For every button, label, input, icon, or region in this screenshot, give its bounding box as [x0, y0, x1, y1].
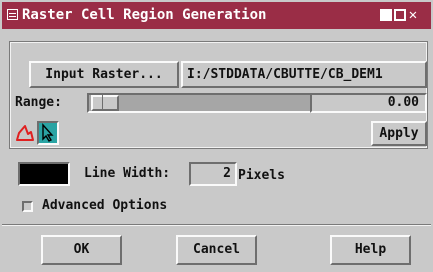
advanced-options-checkbox[interactable] — [22, 201, 33, 212]
raster-path-text: I:/STDDATA/CBUTTE/CB_DEM1 — [187, 67, 383, 82]
range-value-text: 0.00 — [387, 95, 419, 110]
advanced-options-label[interactable]: Advanced Options — [42, 198, 167, 213]
window-title: Raster Cell Region Generation — [22, 7, 267, 23]
ok-button[interactable]: OK — [41, 235, 122, 265]
title-bar[interactable]: Raster Cell Region Generation ✕ — [2, 2, 431, 29]
input-raster-label: Input Raster... — [45, 67, 163, 82]
system-menu-icon[interactable] — [7, 9, 18, 20]
apply-label: Apply — [379, 126, 419, 141]
cancel-button[interactable]: Cancel — [176, 235, 257, 265]
polygon-tool-icon[interactable] — [15, 123, 35, 143]
range-slider-track[interactable] — [87, 93, 312, 113]
select-tool-button[interactable] — [37, 121, 59, 145]
cancel-label: Cancel — [193, 242, 240, 257]
footer-separator — [2, 224, 431, 226]
arrow-cursor-icon — [42, 123, 54, 142]
maximize-icon[interactable] — [394, 9, 406, 21]
range-label: Range: — [15, 95, 62, 110]
line-width-label: Line Width: — [84, 166, 171, 181]
ok-label: OK — [73, 242, 90, 257]
input-raster-button[interactable]: Input Raster... — [29, 61, 179, 88]
help-button[interactable]: Help — [330, 235, 411, 265]
line-width-field[interactable]: 2 — [189, 162, 237, 186]
apply-button[interactable]: Apply — [371, 121, 427, 146]
minimize-icon[interactable] — [380, 9, 392, 21]
close-icon[interactable]: ✕ — [407, 8, 419, 22]
line-color-swatch[interactable] — [18, 162, 70, 186]
raster-path-field: I:/STDDATA/CBUTTE/CB_DEM1 — [181, 61, 427, 88]
help-label: Help — [354, 242, 387, 257]
range-value-field[interactable]: 0.00 — [310, 93, 427, 113]
line-width-value: 2 — [223, 166, 231, 181]
line-width-units: Pixels — [238, 168, 285, 183]
range-slider-thumb[interactable] — [91, 95, 119, 111]
